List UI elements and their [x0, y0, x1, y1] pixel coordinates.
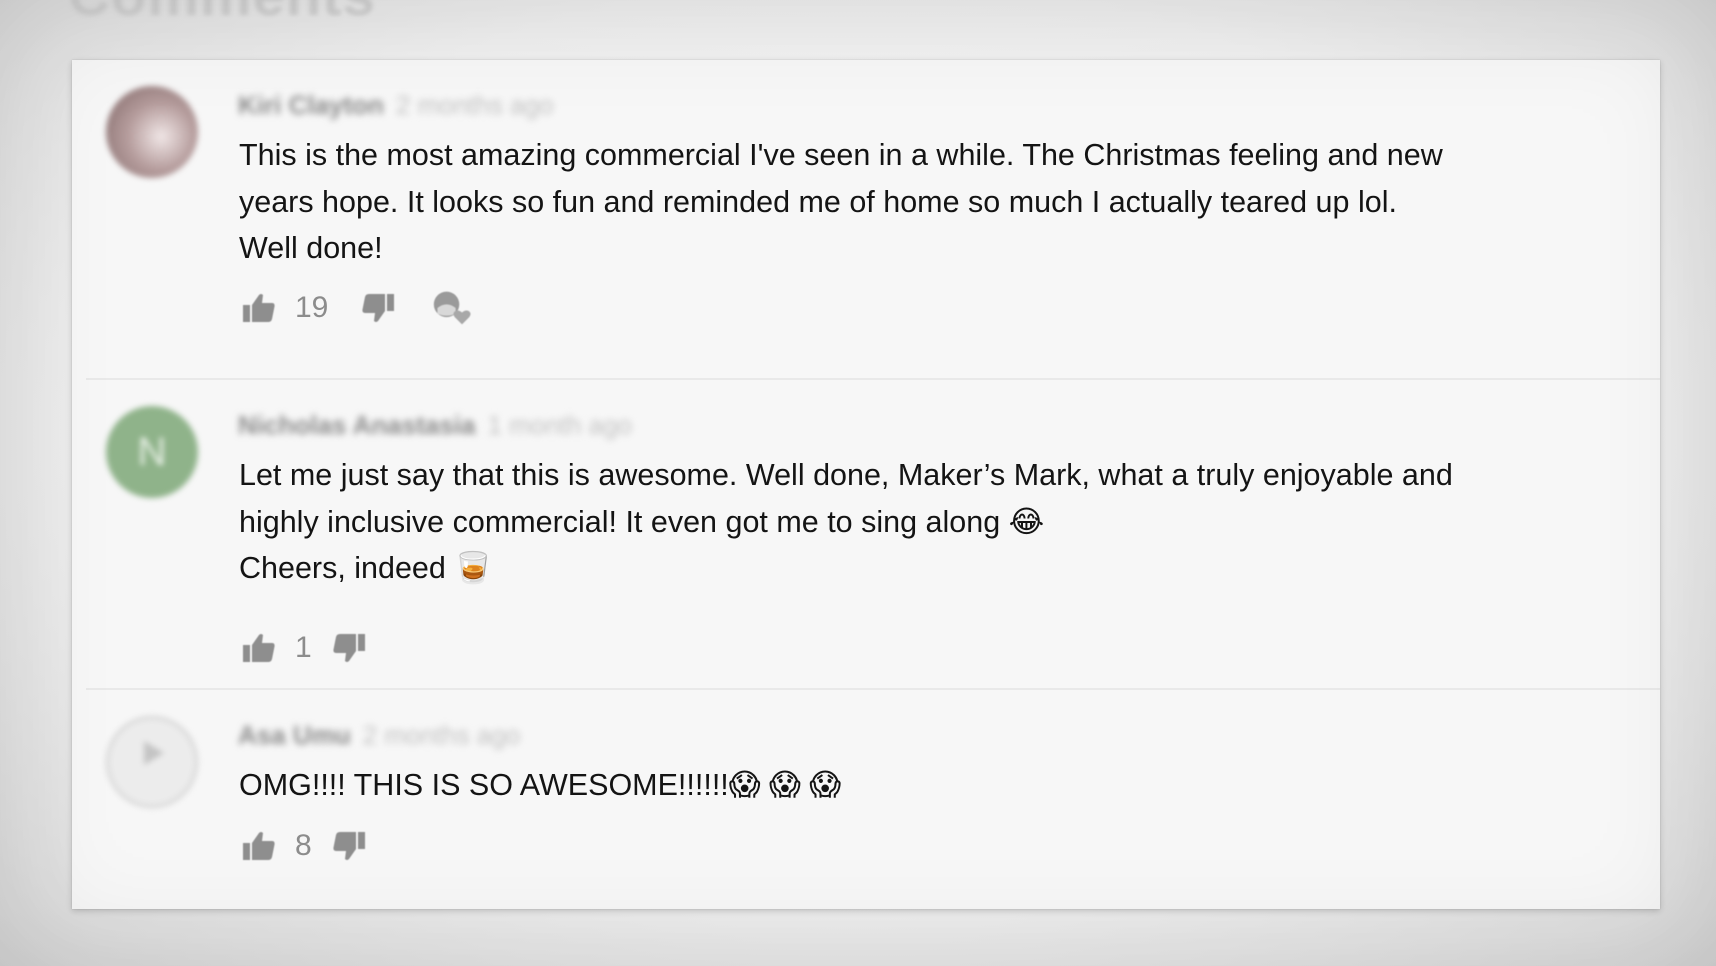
thumbs-down-icon[interactable]: [329, 826, 369, 866]
comment-time[interactable]: 2 months ago: [363, 720, 521, 750]
comment-author[interactable]: Nicholas Anastasia: [238, 410, 475, 440]
comment-author[interactable]: Kiri Clayton: [238, 90, 384, 120]
play-icon: [144, 741, 164, 765]
like-count: 8: [295, 829, 312, 862]
comments-heading: Comments: [68, 0, 376, 29]
comment-time[interactable]: 1 month ago: [487, 410, 632, 440]
thumbs-up-icon[interactable]: [239, 288, 279, 328]
comment-meta: Kiri Clayton 2 months ago: [238, 90, 553, 121]
comment-item: N Nicholas Anastasia 1 month ago Let me j…: [72, 380, 1660, 690]
avatar[interactable]: N: [106, 406, 198, 498]
thumbs-up-icon[interactable]: [239, 826, 279, 866]
comment-item: Kiri Clayton 2 months ago This is the mos…: [72, 60, 1660, 380]
comment-actions: 8: [239, 826, 369, 866]
avatar[interactable]: [106, 716, 198, 808]
like-count: 1: [295, 631, 312, 664]
thumbs-down-icon[interactable]: [358, 288, 398, 328]
comments-card: Kiri Clayton 2 months ago This is the mos…: [72, 60, 1660, 909]
comment-item: Asa Umu 2 months ago OMG!!!! THIS IS SO A…: [72, 690, 1660, 909]
comment-meta: Nicholas Anastasia 1 month ago: [238, 410, 632, 441]
comment-text: OMG!!!! THIS IS SO AWESOME!!!!!!😱 😱 😱: [239, 768, 842, 802]
thumbs-down-icon[interactable]: [329, 628, 369, 668]
comment-author[interactable]: Asa Umu: [238, 720, 351, 750]
comment-meta: Asa Umu 2 months ago: [238, 720, 520, 751]
creator-heart-icon[interactable]: [432, 288, 472, 328]
comment-actions: 1: [239, 628, 369, 668]
comment-text: Let me just say that this is awesome. We…: [239, 458, 1453, 585]
thumbs-up-icon[interactable]: [239, 628, 279, 668]
like-count: 19: [295, 291, 329, 324]
comment-actions: 19: [239, 288, 472, 328]
comment-time[interactable]: 2 months ago: [396, 90, 554, 120]
avatar[interactable]: [106, 86, 198, 178]
comment-text: This is the most amazing commercial I've…: [239, 138, 1443, 265]
